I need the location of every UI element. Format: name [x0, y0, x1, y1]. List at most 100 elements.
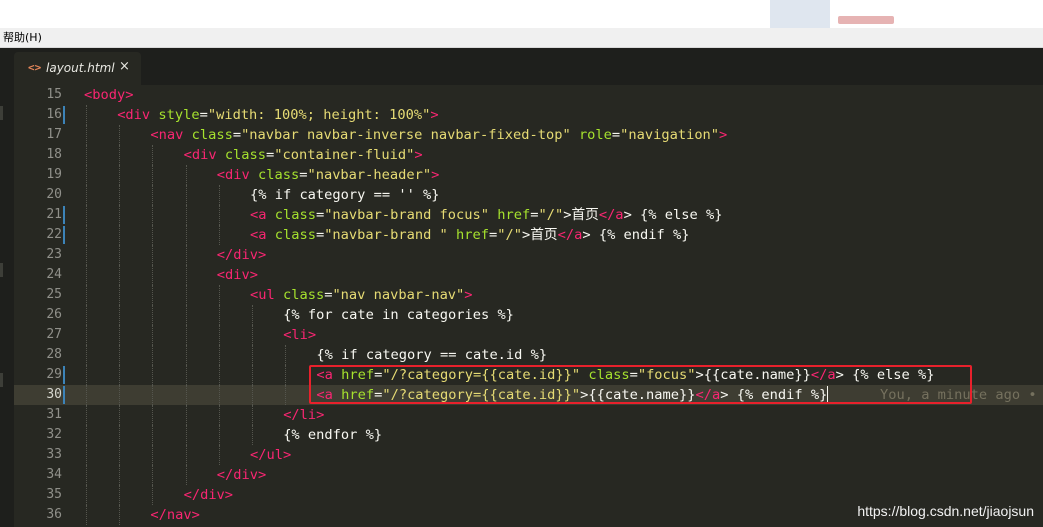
code-line[interactable]: 31 </li> [14, 405, 1043, 425]
code-line[interactable]: 22 <a class="navbar-brand " href="/">首页</… [14, 225, 1043, 245]
code-line[interactable]: 16 <div style="width: 100%; height: 100%"… [14, 105, 1043, 125]
line-number: 19 [46, 167, 62, 182]
indent-guide [86, 465, 87, 485]
code-token: > [191, 507, 200, 523]
line-number: 31 [46, 407, 62, 422]
code-token: </li [283, 407, 317, 423]
indent-guide [152, 165, 154, 185]
code-line[interactable]: 24 <div> [14, 265, 1043, 285]
indent-guide [252, 305, 253, 325]
line-number: 28 [46, 347, 62, 362]
indent-guide [218, 305, 220, 325]
indent-guide [218, 405, 220, 425]
code-line[interactable]: 28 {% if category == cate.id %} [14, 345, 1043, 365]
indent-guide [86, 385, 87, 405]
menubar: 帮助(H) [0, 28, 1043, 48]
indent-guide [218, 285, 220, 305]
code-text: <div style="width: 100%; height: 100%"> [117, 105, 438, 125]
code-editor[interactable]: 15 <body> 16 <div style="width: 100%; heigh… [14, 85, 1043, 527]
code-token: <div [117, 107, 151, 123]
code-token: href [497, 207, 531, 223]
code-line[interactable]: 32 {% endfor %} [14, 425, 1043, 445]
indent-guide [218, 205, 220, 225]
indent-guide [119, 345, 121, 365]
line-number: 35 [46, 487, 62, 502]
indent-guide [185, 225, 187, 245]
indent-guide [86, 325, 87, 345]
indent-guide [86, 225, 87, 245]
code-line[interactable]: 19 <div class="navbar-header"> [14, 165, 1043, 185]
code-text: </div> [217, 245, 266, 265]
indent-guide [285, 345, 287, 365]
code-line[interactable]: 23 </div> [14, 245, 1043, 265]
indent-guide [152, 305, 154, 325]
indent-guide [119, 165, 121, 185]
code-text: </li> [283, 405, 324, 425]
indent-guide [86, 305, 87, 325]
code-token: > [307, 327, 317, 343]
code-token: class [191, 127, 233, 143]
code-token: {% if category == '' %} [250, 187, 440, 203]
line-number: 27 [46, 327, 62, 342]
code-token: <div [216, 267, 250, 283]
indent-guide [152, 145, 154, 165]
code-text: <div class="navbar-header"> [217, 165, 440, 185]
indent-guide [152, 205, 154, 225]
code-line[interactable]: 35 </div> [14, 485, 1043, 505]
code-line[interactable]: 26 {% for cate in categories %} [14, 305, 1043, 325]
indent-guide [86, 205, 87, 225]
code-line[interactable]: 15 <body> [14, 85, 1043, 105]
code-token: <div [216, 167, 250, 183]
code-token: </nav [150, 507, 192, 523]
indent-guide [86, 505, 87, 525]
code-text: {% for cate in categories %} [283, 305, 514, 325]
code-line[interactable]: 18 <div class="container-fluid"> [14, 145, 1043, 165]
indent-guide [119, 485, 121, 505]
indent-guide [119, 205, 121, 225]
indent-guide [152, 345, 154, 365]
indent-guide [218, 345, 220, 365]
indent-guide [86, 245, 87, 265]
indent-guide [218, 385, 220, 405]
indent-guide [119, 265, 121, 285]
line-number: 22 [46, 227, 62, 242]
indent-guide [86, 485, 87, 505]
indent-guide [185, 365, 187, 385]
tab-layout-html[interactable]: <> layout.html × [14, 52, 141, 85]
code-token: href [456, 227, 490, 243]
code-line[interactable]: 21 <a class="navbar-brand focus" href="/"… [14, 205, 1043, 225]
code-token: "navbar-header" [307, 167, 432, 183]
code-line[interactable]: 27 <li> [14, 325, 1043, 345]
code-token: {% for cate in categories %} [283, 307, 514, 323]
code-token: {% endfor %} [283, 427, 383, 443]
indent-guide [218, 185, 220, 205]
line-number: 23 [46, 247, 62, 262]
code-token: = [199, 107, 208, 123]
git-change-marker [63, 366, 65, 384]
code-token: > {% endif %} [582, 227, 690, 243]
line-number: 16 [46, 107, 62, 122]
indent-guide [185, 265, 187, 285]
close-icon[interactable]: × [119, 59, 130, 74]
indent-guide [86, 365, 87, 385]
line-number: 15 [46, 87, 62, 102]
code-line[interactable]: 33 </ul> [14, 445, 1043, 465]
indent-guide [152, 225, 154, 245]
code-line[interactable]: 17 <nav class="navbar navbar-inverse navb… [14, 125, 1043, 145]
code-token: = [315, 227, 325, 243]
code-token: <a [250, 227, 267, 243]
code-token: class [274, 207, 316, 223]
menu-help[interactable]: 帮助(H) [3, 30, 42, 46]
code-token: "navbar-brand " [324, 227, 448, 243]
tab-bar: <> layout.html × [14, 48, 1043, 85]
indent-guide [152, 445, 154, 465]
code-line[interactable]: 34 </div> [14, 465, 1043, 485]
code-line[interactable]: 25 <ul class="nav navbar-nav"> [14, 285, 1043, 305]
code-line[interactable]: 20 {% if category == '' %} [14, 185, 1043, 205]
code-token: >首页 [522, 227, 558, 243]
code-token: "navbar-brand focus" [324, 207, 489, 223]
